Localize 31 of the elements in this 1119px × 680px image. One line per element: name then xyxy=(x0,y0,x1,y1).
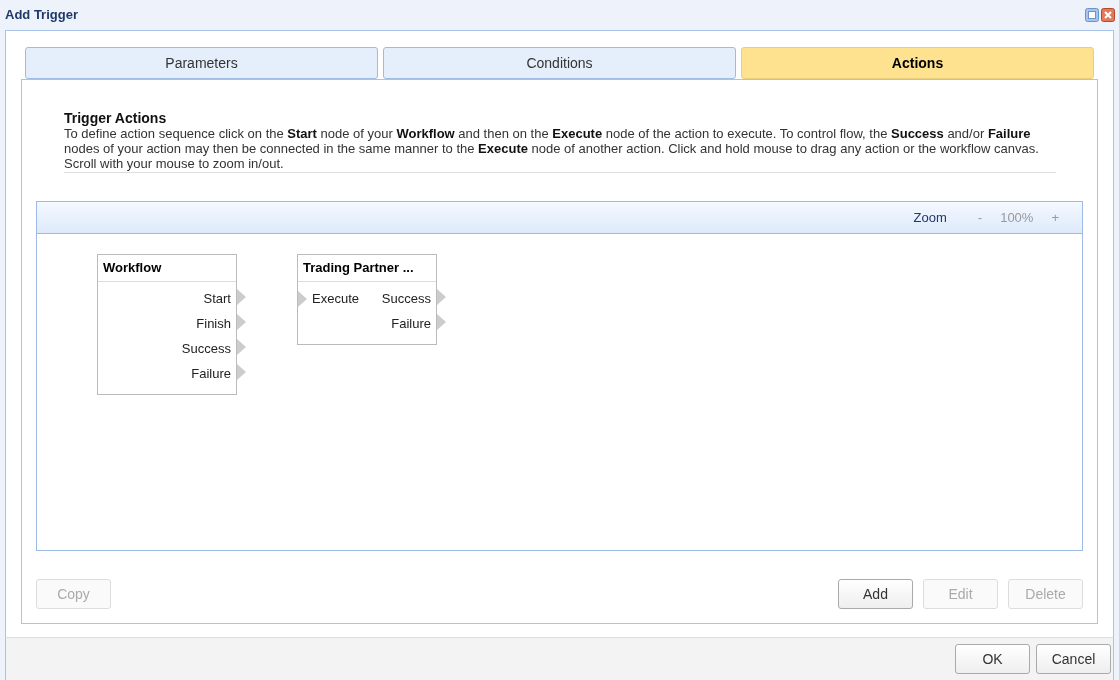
window-title: Add Trigger xyxy=(5,7,78,23)
dialog-button[interactable]: OK xyxy=(955,643,1030,674)
port-arrow-icon[interactable] xyxy=(237,364,246,381)
port-arrow-icon[interactable] xyxy=(237,314,246,331)
zoom-level: 100% xyxy=(1000,209,1034,225)
tab[interactable]: Parameters xyxy=(25,46,378,79)
input-port-label[interactable]: Execute xyxy=(312,290,359,306)
node-title: Trading Partner ... xyxy=(298,254,436,282)
tab[interactable]: Actions xyxy=(741,46,1094,79)
dialog-button[interactable]: Cancel xyxy=(1036,643,1111,674)
workflow-node[interactable]: Workflow Start Finish Success Failure xyxy=(97,253,237,395)
output-port-label[interactable]: Success xyxy=(381,290,431,306)
minimize-icon[interactable] xyxy=(1085,7,1099,22)
output-port-label[interactable]: Success xyxy=(181,340,231,356)
action-button[interactable]: Add xyxy=(838,578,913,609)
port-arrow-icon[interactable] xyxy=(237,339,246,356)
output-port-label[interactable]: Failure xyxy=(191,365,231,381)
output-port-label[interactable]: Finish xyxy=(196,315,231,331)
output-port-label[interactable]: Start xyxy=(203,290,231,306)
zoom-label: Zoom xyxy=(913,209,947,225)
instructions-text: To define action sequence click on the Start node of your Workflow and then on the Execute node of the action to execute. To control flow, the Success and/or Failure nodes of your action may then be connected in the same manner to the Execute node of another action. Click and hold mouse to drag any action or the workflow canvas. Scroll with your mouse to zoom in/out. xyxy=(64,125,1040,171)
output-port-label[interactable]: Failure xyxy=(391,315,431,331)
port-arrow-icon[interactable] xyxy=(237,289,246,306)
port-arrow-icon[interactable] xyxy=(437,289,446,306)
close-icon[interactable] xyxy=(1101,7,1115,22)
section-title: Trigger Actions xyxy=(64,109,168,126)
tab[interactable]: Conditions xyxy=(383,46,736,79)
port-arrow-icon[interactable] xyxy=(298,290,307,307)
node-title: Workflow xyxy=(98,254,236,282)
port-arrow-icon[interactable] xyxy=(437,314,446,331)
workflow-node[interactable]: Trading Partner ... Execute Success Failure xyxy=(297,253,437,345)
